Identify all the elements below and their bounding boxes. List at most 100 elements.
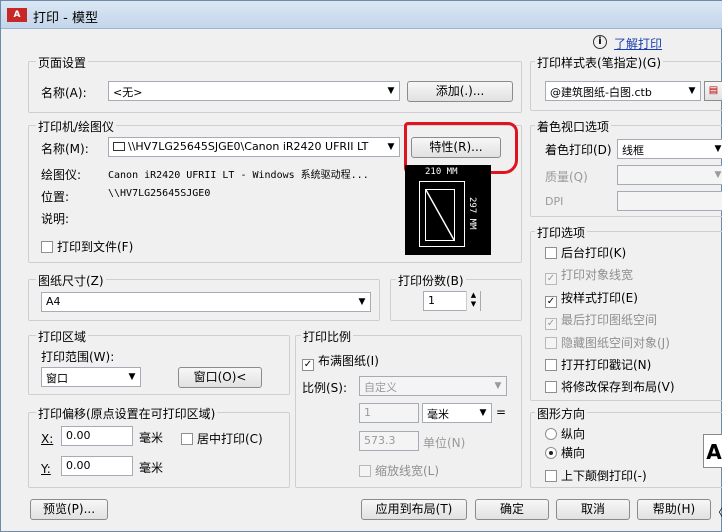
chevron-down-icon: ▼ xyxy=(688,86,696,96)
checkbox-box xyxy=(545,470,557,482)
checkbox-box xyxy=(181,433,193,445)
page-setup-title: 页面设置 xyxy=(36,54,89,71)
page-setup-name-label: 名称(A): xyxy=(41,86,87,100)
paper-size-title: 图纸尺寸(Z) xyxy=(36,272,106,289)
plot-options-title: 打印选项 xyxy=(535,224,588,241)
spinner-arrows-icon[interactable]: ▲ ▼ xyxy=(466,291,480,311)
scale-value1-input[interactable]: 1 xyxy=(359,403,419,423)
help-button[interactable]: 帮助(H) xyxy=(637,499,711,520)
cancel-button[interactable]: 取消 xyxy=(556,499,630,520)
offset-x-label: X: xyxy=(41,432,54,446)
save-to-layout-checkbox[interactable]: 将修改保存到布局(V) xyxy=(545,378,675,395)
plot-range-select[interactable]: 窗口 ▼ xyxy=(41,367,141,387)
scale-value: 自定义 xyxy=(364,381,397,394)
checkmark-icon: ✓ xyxy=(302,359,314,371)
window-title: 打印 - 模型 xyxy=(33,11,98,26)
paper-size-select[interactable]: A4 ▼ xyxy=(41,292,371,312)
checkbox-box xyxy=(41,241,53,253)
center-plot-checkbox[interactable]: 居中打印(C) xyxy=(181,430,263,447)
quality-label: 质量(Q) xyxy=(545,170,588,184)
portrait-radio[interactable]: 纵向 xyxy=(545,425,585,442)
title-bar: A 打印 - 模型 xyxy=(1,1,722,29)
scale-value2-input[interactable]: 573.3 xyxy=(359,431,419,451)
print-to-file-checkbox[interactable]: 打印到文件(F) xyxy=(41,238,133,255)
scale-unit-select[interactable]: 毫米 ▼ xyxy=(422,403,492,423)
copies-value: 1 xyxy=(428,294,435,307)
offset-x-input[interactable]: 0.00 xyxy=(61,426,133,446)
plotter-value: Canon iR2420 UFRII LT - Windows 系统驱动程... xyxy=(108,170,369,181)
info-icon[interactable]: i xyxy=(593,35,607,49)
chevron-down-icon: ▼ xyxy=(479,408,487,418)
plot-style-select[interactable]: @建筑图纸-白图.ctb ▼ xyxy=(545,81,701,101)
landscape-radio[interactable]: 横向 xyxy=(545,444,585,461)
fit-to-paper-label: 布满图纸(I) xyxy=(318,354,379,368)
preview-height-label: 297 MM xyxy=(467,197,477,230)
checkbox-box xyxy=(545,359,557,371)
plot-with-styles-checkbox[interactable]: ✓ 按样式打印(E) xyxy=(545,289,638,308)
shade-plot-select[interactable]: 线框 ▼ xyxy=(617,139,722,159)
chevron-down-icon: ▼ xyxy=(387,142,395,152)
plot-range-label: 打印范围(W): xyxy=(41,350,115,364)
hide-objects-label: 隐藏图纸空间对象(J) xyxy=(561,336,670,350)
checkbox-box xyxy=(545,381,557,393)
plot-offset-title: 打印偏移(原点设置在可打印区域) xyxy=(36,405,218,422)
shade-plot-value: 线框 xyxy=(622,144,644,157)
offset-x-unit: 毫米 xyxy=(139,431,164,445)
preview-button[interactable]: 预览(P)... xyxy=(30,499,108,520)
print-to-file-label: 打印到文件(F) xyxy=(57,240,134,254)
orientation-title: 图形方向 xyxy=(535,405,588,422)
plot-offset-group xyxy=(28,412,290,488)
background-plot-checkbox[interactable]: 后台打印(K) xyxy=(545,244,626,261)
chevron-down-icon: ▼ xyxy=(128,372,136,382)
expand-arrow-icon[interactable]: 〈 xyxy=(713,504,722,519)
shade-plot-label: 着色打印(D) xyxy=(545,143,612,157)
location-label: 位置: xyxy=(41,190,70,204)
upside-down-label: 上下颠倒打印(-) xyxy=(561,469,647,483)
preview-printable-area xyxy=(425,189,455,241)
offset-y-input[interactable]: 0.00 xyxy=(61,456,133,476)
printer-name-label: 名称(M): xyxy=(41,142,89,156)
upside-down-checkbox[interactable]: 上下颠倒打印(-) xyxy=(545,467,647,484)
dpi-input[interactable] xyxy=(617,191,722,211)
plot-window-button[interactable]: 窗口(O)< xyxy=(178,367,262,388)
paperspace-last-checkbox[interactable]: ✓ 最后打印图纸空间 xyxy=(545,311,657,330)
apply-to-layout-button[interactable]: 应用到布局(T) xyxy=(361,499,467,520)
background-plot-label: 后台打印(K) xyxy=(561,246,627,260)
radio-dot-selected xyxy=(545,447,557,459)
quality-select[interactable]: ▼ xyxy=(617,165,722,185)
checkbox-box xyxy=(545,247,557,259)
learn-plotting-link[interactable]: 了解打印 xyxy=(614,35,662,52)
scale-lineweights-label: 缩放线宽(L) xyxy=(375,464,440,478)
scale-select[interactable]: 自定义 ▼ xyxy=(359,376,507,396)
edit-plot-style-icon[interactable]: ▤ xyxy=(704,81,722,101)
printer-name-select[interactable]: \\HV7LG25645SJGE0\Canon iR2420 UFRII LT ▼ xyxy=(108,137,400,157)
printer-icon xyxy=(113,142,125,151)
autocad-app-icon: A xyxy=(7,8,27,22)
copies-input[interactable]: 1 ▲ ▼ xyxy=(423,291,481,311)
description-label: 说明: xyxy=(41,212,70,226)
location-value: \\HV7LG25645SJGE0 xyxy=(108,188,211,199)
plot-stamp-checkbox[interactable]: 打开打印戳记(N) xyxy=(545,356,651,373)
save-to-layout-label: 将修改保存到布局(V) xyxy=(561,380,675,394)
chevron-down-icon: ▼ xyxy=(714,170,722,180)
scale-lineweights-checkbox[interactable]: 缩放线宽(L) xyxy=(359,462,439,479)
object-lineweights-checkbox[interactable]: ✓ 打印对象线宽 xyxy=(545,266,633,285)
chevron-down-icon: ▼ xyxy=(494,381,502,391)
ok-button[interactable]: 确定 xyxy=(475,499,549,520)
landscape-label: 横向 xyxy=(561,446,586,460)
chevron-down-icon: ▼ xyxy=(358,297,366,307)
hide-objects-checkbox[interactable]: 隐藏图纸空间对象(J) xyxy=(545,334,670,351)
add-page-setup-button[interactable]: 添加(.)... xyxy=(407,81,513,102)
checkmark-icon: ✓ xyxy=(545,273,557,285)
paper-preview: 210 MM 297 MM xyxy=(405,165,491,255)
fit-to-paper-checkbox[interactable]: ✓ 布满图纸(I) xyxy=(302,352,379,371)
dpi-label: DPI xyxy=(545,195,564,208)
object-lineweights-label: 打印对象线宽 xyxy=(561,268,634,282)
scale-unit-value: 毫米 xyxy=(427,408,449,421)
chevron-down-icon: ▼ xyxy=(387,86,395,96)
page-setup-name-select[interactable]: <无> ▼ xyxy=(108,81,400,101)
copies-title: 打印份数(B) xyxy=(396,272,466,289)
plot-style-title: 打印样式表(笔指定)(G) xyxy=(535,54,664,71)
equals-sign: = xyxy=(496,405,507,419)
scale-units-label: 单位(N) xyxy=(423,436,466,450)
